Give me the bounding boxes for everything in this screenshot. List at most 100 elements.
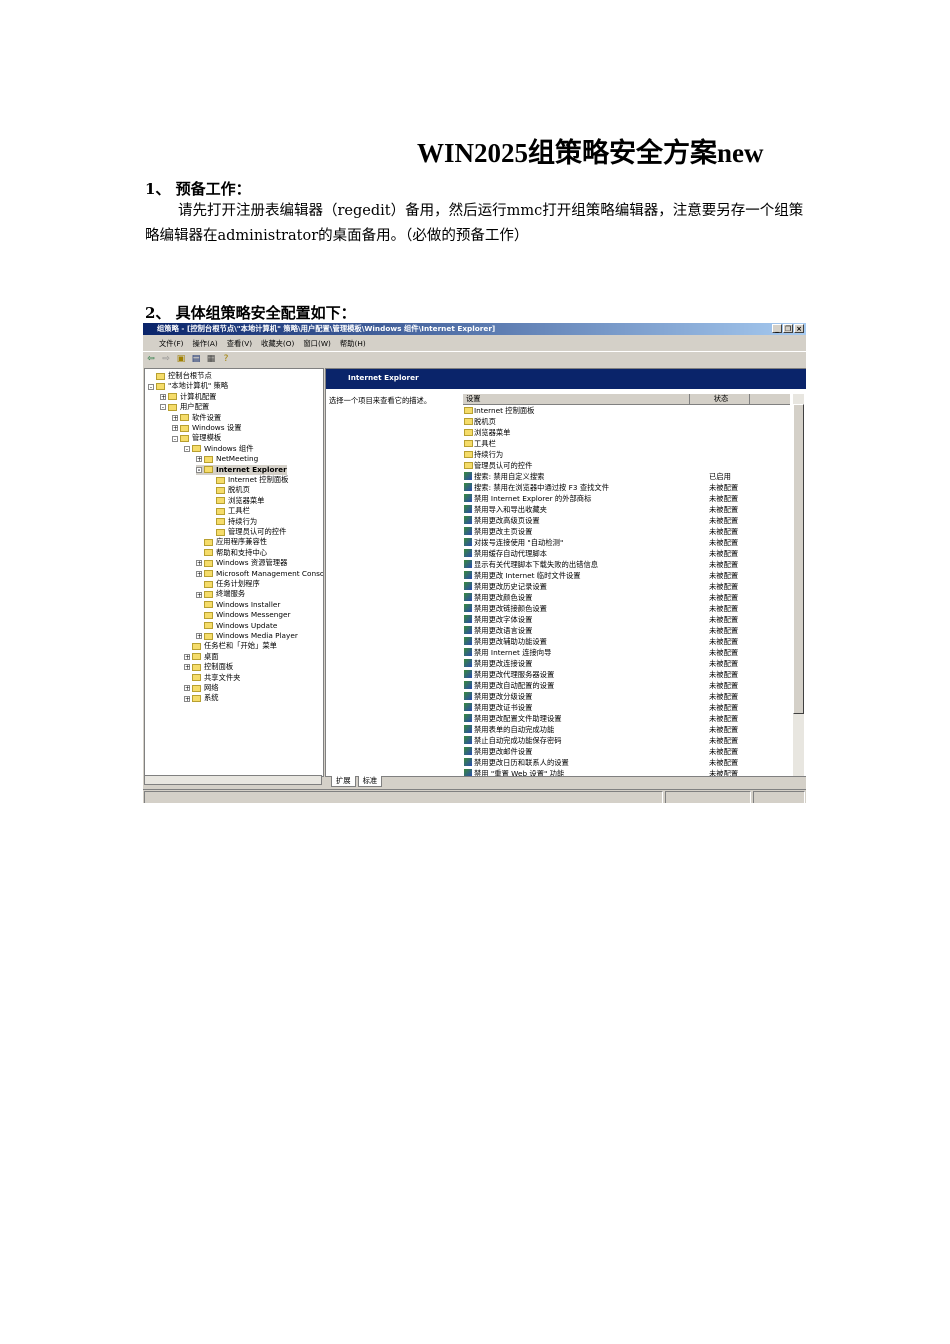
- policy-setting-row[interactable]: 禁用更改历史记录设置 未被配置: [464, 581, 784, 592]
- policy-setting-row[interactable]: 搜索: 禁用在浏览器中通过按 F3 查找文件 未被配置: [464, 482, 784, 493]
- menu-item[interactable]: 窗口(W): [303, 339, 331, 349]
- menu-item[interactable]: 文件(F): [159, 339, 183, 349]
- expand-toggle-icon[interactable]: -: [196, 466, 202, 473]
- tree-item[interactable]: 控制台根节点: [148, 371, 212, 381]
- expand-toggle-icon[interactable]: -: [184, 445, 190, 452]
- policy-setting-row[interactable]: 禁用更改自动配置的设置 未被配置: [464, 680, 784, 691]
- tree-item[interactable]: 浏览器菜单: [208, 496, 264, 506]
- list-folder[interactable]: 浏览器菜单: [464, 427, 784, 438]
- policy-setting-row[interactable]: 搜索: 禁用自定义搜索 已启用: [464, 471, 784, 482]
- tree-item[interactable]: 任务栏和「开始」菜单: [184, 641, 277, 651]
- policy-setting-row[interactable]: 禁用更改高级页设置 未被配置: [464, 515, 784, 526]
- policy-setting-row[interactable]: 禁用更改连接设置 未被配置: [464, 658, 784, 669]
- menu-item[interactable]: 帮助(H): [340, 339, 366, 349]
- policy-setting-row[interactable]: 禁用更改颜色设置 未被配置: [464, 592, 784, 603]
- policy-setting-row[interactable]: 禁用表单的自动完成功能 未被配置: [464, 724, 784, 735]
- tree-item[interactable]: + 系统: [184, 693, 219, 703]
- tab-0[interactable]: 扩展: [331, 776, 356, 787]
- tree-item[interactable]: 脱机页: [208, 485, 250, 495]
- expand-toggle-icon[interactable]: +: [172, 425, 178, 432]
- restore-button[interactable]: ❐: [783, 324, 793, 333]
- tree-item[interactable]: - Windows 组件: [184, 444, 254, 454]
- policy-setting-row[interactable]: 显示有关代理脚本下载失败的出错信息 未被配置: [464, 559, 784, 570]
- menu-item[interactable]: 查看(V): [227, 339, 252, 349]
- list-folder[interactable]: 工具栏: [464, 438, 784, 449]
- expand-toggle-icon[interactable]: +: [196, 456, 202, 463]
- tree-item[interactable]: - 用户配置: [160, 402, 209, 412]
- tree-item[interactable]: + Windows 资源管理器: [196, 558, 287, 568]
- expand-toggle-icon[interactable]: +: [196, 570, 202, 577]
- tree-item[interactable]: 任务计划程序: [196, 579, 260, 589]
- tree-item[interactable]: + Windows 设置: [172, 423, 242, 433]
- expand-toggle-icon[interactable]: +: [196, 633, 202, 640]
- show-tree-icon[interactable]: ▤: [191, 354, 201, 364]
- policy-setting-row[interactable]: 禁用更改分级设置 未被配置: [464, 691, 784, 702]
- tree-horizontal-scrollbar[interactable]: [144, 775, 322, 785]
- tree-item[interactable]: + 终端服务: [196, 589, 245, 599]
- policy-setting-row[interactable]: 禁用更改邮件设置 未被配置: [464, 746, 784, 757]
- back-icon[interactable]: ⇦: [146, 354, 156, 364]
- policy-setting-row[interactable]: 禁用更改日历和联系人的设置 未被配置: [464, 757, 784, 768]
- export-list-icon[interactable]: ▦: [206, 354, 216, 364]
- tree-item[interactable]: + NetMeeting: [196, 454, 258, 464]
- policy-setting-row[interactable]: 禁用更改配置文件助理设置 未被配置: [464, 713, 784, 724]
- help-icon[interactable]: ?: [221, 354, 231, 364]
- policy-setting-row[interactable]: 禁止自动完成功能保存密码 未被配置: [464, 735, 784, 746]
- policy-setting-row[interactable]: 禁用 Internet Explorer 的外部商标 未被配置: [464, 493, 784, 504]
- up-folder-icon[interactable]: ▣: [176, 354, 186, 364]
- tree-item[interactable]: + Windows Media Player: [196, 631, 298, 641]
- column-state[interactable]: 状态: [690, 394, 750, 404]
- policy-setting-row[interactable]: 禁用更改字体设置 未被配置: [464, 614, 784, 625]
- policy-setting-row[interactable]: 禁用更改 Internet 临时文件设置 未被配置: [464, 570, 784, 581]
- expand-toggle-icon[interactable]: +: [160, 393, 166, 400]
- policy-setting-row[interactable]: 禁用 "重置 Web 设置" 功能 未被配置: [464, 768, 784, 776]
- tree-item[interactable]: Windows Update: [196, 621, 277, 631]
- tree-item[interactable]: 管理员认可的控件: [208, 527, 286, 537]
- tree-item[interactable]: + 桌面: [184, 652, 219, 662]
- policy-setting-row[interactable]: 禁用导入和导出收藏夹 未被配置: [464, 504, 784, 515]
- list-vertical-scrollbar[interactable]: [793, 394, 804, 776]
- tab-1[interactable]: 标准: [357, 776, 383, 787]
- tree-item[interactable]: Windows Installer: [196, 600, 280, 610]
- policy-setting-row[interactable]: 禁用更改代理服务器设置 未被配置: [464, 669, 784, 680]
- policy-setting-row[interactable]: 禁用 Internet 连接向导 未被配置: [464, 647, 784, 658]
- policy-setting-row[interactable]: 禁用更改语言设置 未被配置: [464, 625, 784, 636]
- policy-setting-row[interactable]: 禁用更改证书设置 未被配置: [464, 702, 784, 713]
- menu-item[interactable]: 操作(A): [192, 339, 217, 349]
- list-folder[interactable]: Internet 控制面板: [464, 405, 784, 416]
- list-folder[interactable]: 管理员认可的控件: [464, 460, 784, 471]
- column-setting[interactable]: 设置: [463, 394, 690, 404]
- menu-item[interactable]: 收藏夹(O): [261, 339, 294, 349]
- scroll-thumb[interactable]: [793, 404, 804, 714]
- expand-toggle-icon[interactable]: +: [184, 653, 190, 660]
- tree-item[interactable]: 共享文件夹: [184, 673, 240, 683]
- tree-item[interactable]: + 软件设置: [172, 413, 221, 423]
- expand-toggle-icon[interactable]: +: [184, 664, 190, 671]
- policy-setting-row[interactable]: 禁用更改辅助功能设置 未被配置: [464, 636, 784, 647]
- tree-item[interactable]: 应用程序兼容性: [196, 537, 267, 547]
- minimize-button[interactable]: _: [772, 324, 782, 333]
- tree-item[interactable]: + 控制面板: [184, 662, 233, 672]
- tree-item[interactable]: - "本地计算机" 策略: [148, 381, 228, 391]
- policy-setting-row[interactable]: 禁用更改主页设置 未被配置: [464, 526, 784, 537]
- tree-item[interactable]: Windows Messenger: [196, 610, 291, 620]
- list-folder[interactable]: 持续行为: [464, 449, 784, 460]
- forward-icon[interactable]: ⇨: [161, 354, 171, 364]
- expand-toggle-icon[interactable]: -: [148, 383, 154, 390]
- tree-item[interactable]: 工具栏: [208, 506, 250, 516]
- policy-setting-row[interactable]: 对拨号连接使用 "自动检测" 未被配置: [464, 537, 784, 548]
- list-folder[interactable]: 脱机页: [464, 416, 784, 427]
- policy-setting-row[interactable]: 禁用更改链接颜色设置 未被配置: [464, 603, 784, 614]
- close-button[interactable]: ×: [794, 324, 804, 333]
- expand-toggle-icon[interactable]: +: [172, 414, 178, 421]
- tree-item[interactable]: - 管理模板: [172, 433, 221, 443]
- expand-toggle-icon[interactable]: -: [172, 435, 178, 442]
- tree-item[interactable]: 帮助和支持中心: [196, 548, 267, 558]
- expand-toggle-icon[interactable]: +: [196, 560, 202, 567]
- tree-item[interactable]: - Internet Explorer: [196, 464, 287, 475]
- expand-toggle-icon[interactable]: +: [184, 685, 190, 692]
- expand-toggle-icon[interactable]: +: [196, 591, 202, 598]
- expand-toggle-icon[interactable]: -: [160, 404, 166, 411]
- expand-toggle-icon[interactable]: +: [184, 695, 190, 702]
- policy-setting-row[interactable]: 禁用缓存自动代理脚本 未被配置: [464, 548, 784, 559]
